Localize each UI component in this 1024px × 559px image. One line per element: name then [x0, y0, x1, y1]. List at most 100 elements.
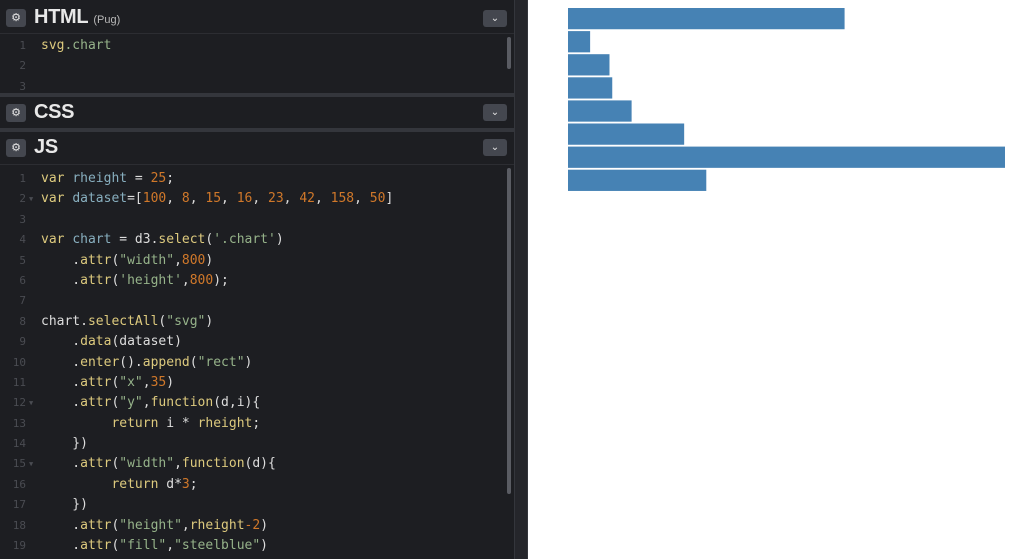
- code-line[interactable]: 18 .attr("height",rheight-2): [0, 516, 514, 536]
- code-line[interactable]: 2 ▼ var dataset=[100, 8, 15, 16, 23, 42, 1…: [0, 189, 514, 209]
- code-token: ;: [252, 415, 261, 431]
- code-token: "height": [119, 517, 182, 533]
- code-token: .: [41, 354, 81, 370]
- code-text: var dataset=[100, 8, 15, 16, 23, 42, 158…: [41, 189, 393, 209]
- code-token: .: [41, 252, 81, 268]
- code-line[interactable]: 3: [0, 210, 514, 230]
- code-token: dataset: [72, 191, 128, 207]
- bar: [568, 169, 707, 191]
- code-line[interactable]: 16 return d*3;: [0, 475, 514, 495]
- code-token: ().: [119, 354, 143, 370]
- line-number: 11: [12, 375, 26, 389]
- code-line[interactable]: 5 .attr("width",800): [0, 251, 514, 271]
- code-line[interactable]: 15 ▼ .attr("width",function(d){: [0, 454, 514, 474]
- code-line[interactable]: 7: [0, 291, 514, 311]
- bar: [568, 31, 591, 53]
- code-token: }): [41, 436, 88, 452]
- bar-chart: [568, 8, 1005, 191]
- html-code-editor[interactable]: 1 svg.chart 2 3: [0, 34, 514, 93]
- code-token: .: [41, 517, 81, 533]
- line-number: 4: [19, 233, 26, 247]
- code-line[interactable]: 12 ▼ .attr("y",function(d,i){: [0, 393, 514, 413]
- code-token: ,: [174, 456, 182, 472]
- code-token: }): [41, 497, 88, 513]
- chevron-down-icon[interactable]: ⌄: [483, 139, 507, 156]
- code-token: -2: [244, 517, 261, 533]
- js-scrollbar[interactable]: [507, 168, 511, 494]
- code-token: ,: [142, 395, 151, 411]
- code-token: ): [244, 354, 253, 370]
- code-line[interactable]: 19 .attr("fill","steelblue"): [0, 536, 514, 556]
- html-scrollbar[interactable]: [507, 37, 511, 69]
- code-token: 800: [189, 272, 214, 288]
- fold-marker-icon[interactable]: ▼: [29, 189, 33, 209]
- code-line[interactable]: 13 return i * rheight;: [0, 414, 514, 434]
- code-token: enter: [80, 354, 120, 370]
- fold-marker-icon[interactable]: ▼: [29, 393, 33, 413]
- code-token: ,: [142, 374, 151, 390]
- code-line[interactable]: 1 svg.chart: [0, 36, 514, 56]
- code-line[interactable]: 10 .enter().append("rect"): [0, 353, 514, 373]
- line-number: 16: [12, 477, 26, 491]
- code-token: rheight: [72, 171, 128, 186]
- code-token: = d3.: [111, 232, 159, 248]
- code-token: svg: [41, 38, 65, 53]
- bar: [568, 146, 1005, 168]
- code-line[interactable]: 6 .attr('height',800);: [0, 271, 514, 291]
- code-token: .: [41, 538, 81, 554]
- code-token: return: [111, 476, 167, 492]
- line-number: 10: [12, 355, 26, 369]
- code-token: .: [41, 272, 81, 288]
- code-token: ,: [174, 252, 182, 268]
- code-token: ): [205, 252, 214, 268]
- code-token: "width": [119, 252, 175, 268]
- code-token: 100: [142, 191, 167, 207]
- code-token: "svg": [166, 313, 206, 329]
- line-number: 17: [12, 498, 26, 512]
- gear-icon[interactable]: ⚙: [6, 9, 26, 27]
- gear-icon[interactable]: ⚙: [6, 104, 26, 122]
- bar: [568, 77, 613, 99]
- js-code-editor[interactable]: 1 var rheight = 25; 2 ▼ var dataset=[100, 8,…: [0, 165, 514, 559]
- code-token: "x": [119, 374, 143, 390]
- line-number: 9: [19, 335, 26, 349]
- code-token: =[: [127, 191, 143, 207]
- code-text: svg.chart: [41, 36, 111, 56]
- js-panel-header: ⚙ JS ⌄: [0, 132, 514, 165]
- code-token: i *: [166, 415, 198, 431]
- code-token: function: [150, 395, 214, 411]
- fold-marker-icon[interactable]: ▼: [29, 454, 33, 474]
- line-number: 8: [19, 314, 26, 328]
- line-number: 3: [19, 212, 26, 226]
- code-line[interactable]: 8 chart.selectAll("svg"): [0, 312, 514, 332]
- code-token: attr: [80, 252, 112, 268]
- html-panel: ⚙ HTML (Pug) ⌄ 1 svg.chart 2 3: [0, 0, 514, 93]
- bar: [568, 54, 610, 76]
- line-number: 14: [12, 437, 26, 451]
- code-text: }): [41, 495, 88, 515]
- code-token: ,: [166, 191, 182, 207]
- code-token: 'height': [119, 272, 182, 288]
- code-token: );: [213, 272, 229, 288]
- code-line[interactable]: 9 .data(dataset): [0, 332, 514, 352]
- code-token: =: [127, 171, 151, 186]
- gear-icon[interactable]: ⚙: [6, 139, 26, 157]
- code-token: ,: [181, 272, 190, 288]
- code-line[interactable]: 1 var rheight = 25;: [0, 169, 514, 189]
- code-line[interactable]: 2: [0, 56, 514, 76]
- html-title: HTML: [34, 6, 89, 28]
- html-panel-header: ⚙ HTML (Pug) ⌄: [0, 0, 514, 34]
- code-line[interactable]: 14 }): [0, 434, 514, 454]
- code-line[interactable]: 11 .attr("x",35): [0, 373, 514, 393]
- code-text: .attr("height",rheight-2): [41, 516, 268, 536]
- bar: [568, 8, 845, 30]
- css-panel: ⚙ CSS ⌄: [0, 97, 514, 130]
- chevron-down-icon[interactable]: ⌄: [483, 10, 507, 27]
- pane-divider[interactable]: [514, 0, 528, 559]
- line-number: 15: [12, 457, 26, 471]
- code-line[interactable]: 4 var chart = d3.select('.chart'): [0, 230, 514, 250]
- code-token: ,: [181, 517, 190, 533]
- code-line[interactable]: 17 }): [0, 495, 514, 515]
- code-token: 23: [268, 191, 284, 207]
- chevron-down-icon[interactable]: ⌄: [483, 104, 507, 121]
